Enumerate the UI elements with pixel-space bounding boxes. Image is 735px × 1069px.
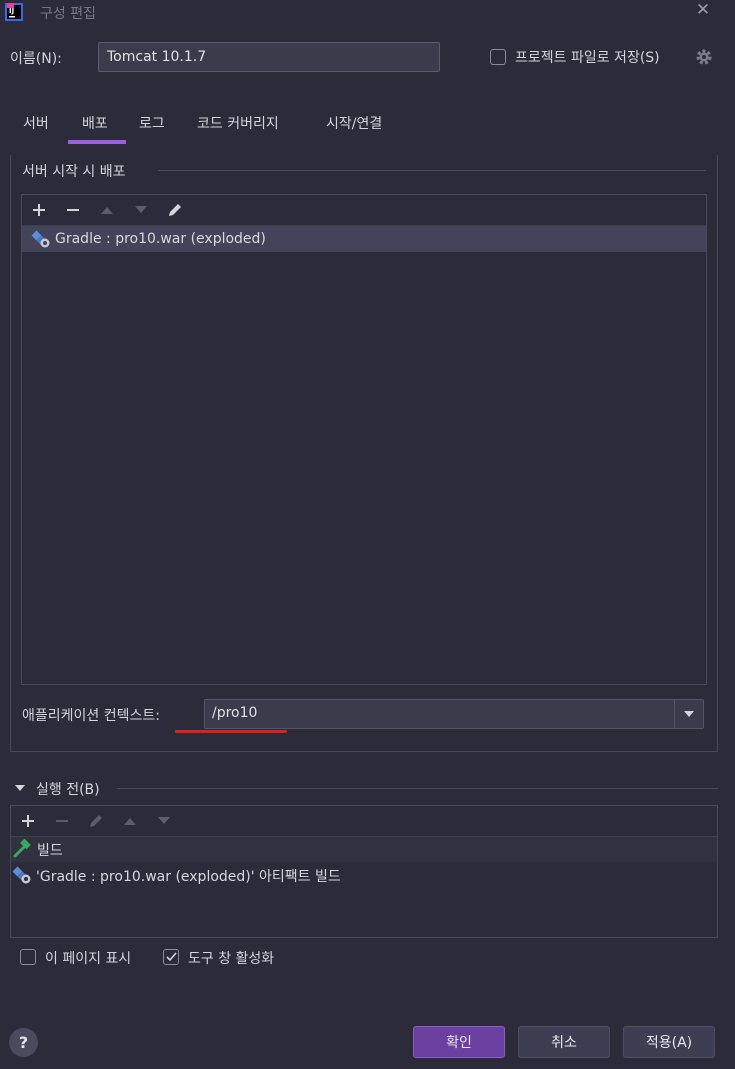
window-edge bbox=[726, 0, 735, 1069]
hammer-icon bbox=[13, 839, 31, 858]
group-divider bbox=[117, 788, 718, 789]
intellij-logo-icon: IJ bbox=[5, 3, 23, 21]
before-launch-title[interactable]: 실행 전(B) bbox=[36, 779, 100, 799]
window-title: 구성 편집 bbox=[40, 6, 96, 22]
svg-text:IJ: IJ bbox=[9, 7, 14, 15]
before-launch-item-label: 'Gradle : pro10.war (exploded)' 아티팩트 빌드 bbox=[36, 869, 341, 885]
remove-icon[interactable] bbox=[62, 199, 84, 221]
save-to-project-checkbox[interactable] bbox=[490, 49, 506, 65]
active-tab-indicator bbox=[68, 140, 126, 144]
before-launch-item-label: 빌드 bbox=[37, 843, 63, 859]
move-up-icon[interactable] bbox=[119, 810, 141, 832]
combo-divider bbox=[674, 700, 675, 728]
context-label: 애플리케이션 컨텍스트: bbox=[22, 708, 160, 724]
gear-icon[interactable] bbox=[694, 47, 714, 67]
edit-pencil-icon[interactable] bbox=[164, 199, 186, 221]
show-page-checkbox[interactable] bbox=[20, 949, 36, 965]
list-item[interactable] bbox=[11, 837, 717, 862]
tab-server[interactable]: 서버 bbox=[23, 113, 49, 133]
move-down-icon[interactable] bbox=[130, 199, 152, 221]
cancel-button[interactable]: 취소 bbox=[518, 1026, 610, 1058]
artifact-icon bbox=[12, 866, 31, 884]
tab-startup-connection[interactable]: 시작/연결 bbox=[326, 113, 382, 133]
tab-code-coverage[interactable]: 코드 커버리지 bbox=[197, 113, 279, 133]
move-down-icon[interactable] bbox=[153, 810, 175, 832]
edit-pencil-icon[interactable] bbox=[85, 810, 107, 832]
remove-icon[interactable] bbox=[51, 810, 73, 832]
activate-tool-window-label[interactable]: 도구 창 활성화 bbox=[188, 948, 274, 968]
add-icon[interactable] bbox=[28, 199, 50, 221]
add-icon[interactable] bbox=[17, 810, 39, 832]
annotation-underline bbox=[175, 730, 287, 733]
deploy-list bbox=[21, 194, 707, 685]
name-label: 이름(N): bbox=[10, 51, 62, 67]
title-bar bbox=[0, 0, 735, 26]
save-to-project-label[interactable]: 프로젝트 파일로 저장(S) bbox=[515, 47, 660, 67]
context-value[interactable]: /pro10 bbox=[212, 705, 257, 721]
collapse-arrow-icon[interactable] bbox=[14, 783, 26, 793]
close-icon[interactable]: ✕ bbox=[693, 0, 713, 20]
ok-button[interactable]: 확인 bbox=[413, 1026, 505, 1058]
apply-button[interactable]: 적용(A) bbox=[623, 1026, 715, 1058]
move-up-icon[interactable] bbox=[96, 199, 118, 221]
deploy-group-title: 서버 시작 시 배포 bbox=[22, 164, 126, 180]
show-page-label[interactable]: 이 페이지 표시 bbox=[45, 948, 131, 968]
deploy-item-label: Gradle : pro10.war (exploded) bbox=[55, 231, 266, 247]
name-input[interactable]: Tomcat 10.1.7 bbox=[98, 42, 440, 72]
tab-deployment[interactable]: 배포 bbox=[82, 113, 108, 133]
tab-logs[interactable]: 로그 bbox=[139, 113, 165, 133]
artifact-icon bbox=[31, 230, 50, 248]
group-divider bbox=[158, 170, 706, 171]
context-combobox[interactable] bbox=[204, 699, 704, 729]
chevron-down-icon[interactable] bbox=[676, 700, 702, 728]
help-button[interactable]: ? bbox=[9, 1028, 38, 1057]
activate-tool-window-checkbox[interactable] bbox=[163, 949, 179, 965]
